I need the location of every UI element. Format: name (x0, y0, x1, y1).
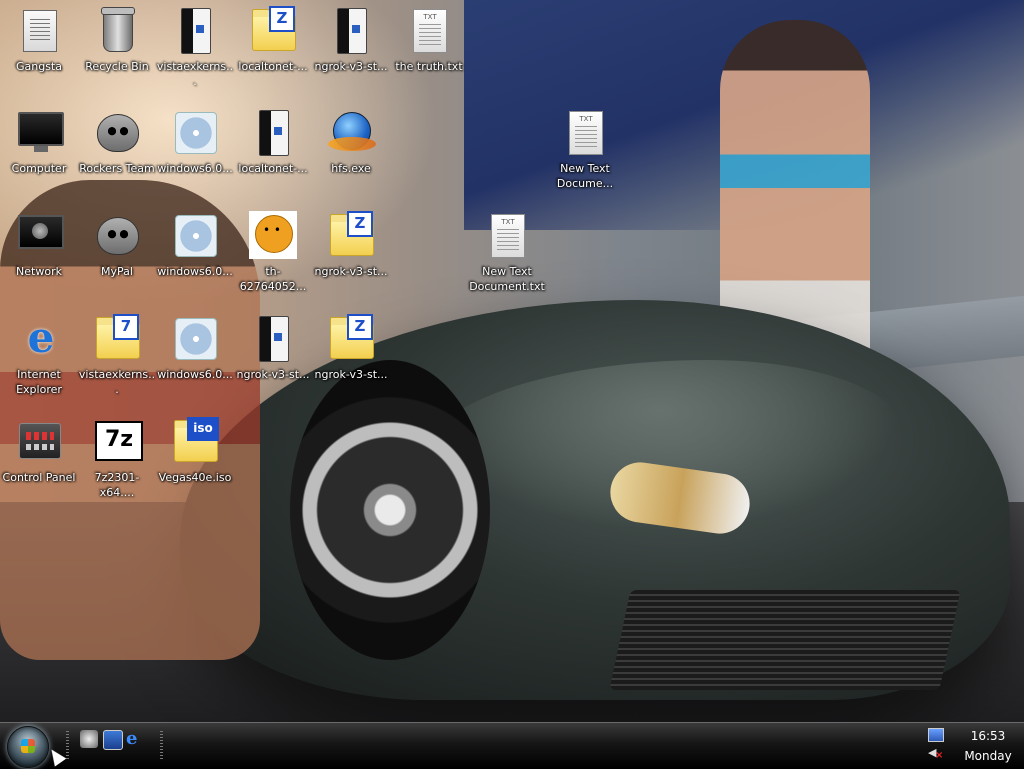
book-icon (259, 110, 289, 156)
desktop-icon-new-text-2[interactable]: TXT New Text Document.txt (468, 211, 546, 307)
monitor-icon (18, 112, 64, 152)
desktop-icon-control-panel[interactable]: Control Panel (0, 417, 78, 513)
clock[interactable]: 16:53 Monday (952, 726, 1024, 766)
desktop-icon-ngrok-3[interactable]: ngrok-v3-st... (234, 314, 312, 410)
clock-time: 16:53 (970, 729, 1006, 743)
raccoon-icon (97, 114, 139, 152)
globe-icon (328, 112, 376, 151)
desktop-icon-windows60-2[interactable]: windows6.0... (156, 211, 234, 307)
desktop-icon-mypal[interactable]: MyPal (78, 211, 156, 307)
disc-icon (175, 318, 217, 360)
switch-windows-icon[interactable] (103, 730, 123, 750)
desktop-icon-new-text-1[interactable]: TXT New Text Docume... (546, 108, 624, 204)
desktop-icon-vistaexkerns-2[interactable]: 7 vistaexkerns... (78, 314, 156, 410)
desktop-icon-recycle-bin[interactable]: Recycle Bin (78, 6, 156, 102)
taskbar-grip[interactable] (160, 731, 163, 761)
desktop-icon-gangsta[interactable]: Gangsta (0, 6, 78, 102)
desktop-icon-ngrok-4[interactable]: Z ngrok-v3-st... (312, 314, 390, 410)
disc-icon (175, 112, 217, 154)
desktop-icon-localtonet-2[interactable]: localtonet-... (234, 108, 312, 204)
desktop-icon-the-truth[interactable]: TXT the truth.txt (390, 6, 468, 102)
desktop-icon-network[interactable]: Network (0, 211, 78, 307)
wallpaper-grille (609, 590, 961, 690)
control-panel-icon (19, 423, 61, 459)
raccoon-icon (97, 217, 139, 255)
zip-badge-icon: Z (347, 211, 373, 237)
taskbar-grip[interactable] (66, 731, 69, 761)
internet-explorer-icon[interactable]: e (126, 730, 144, 748)
network-icon (18, 215, 64, 249)
disc-icon (175, 215, 217, 257)
text-file-icon: TXT (491, 214, 525, 258)
notepad-icon (23, 10, 57, 52)
desktop-icon-ngrok-1[interactable]: ngrok-v3-st... (312, 6, 390, 102)
show-desktop-icon[interactable] (80, 730, 98, 748)
desktop-icon-windows60-1[interactable]: windows6.0... (156, 108, 234, 204)
desktop-icon-windows60-3[interactable]: windows6.0... (156, 314, 234, 410)
taskbar: e ◀ × 16:53 Monday (0, 722, 1024, 769)
network-status-icon[interactable] (928, 728, 944, 742)
sevenzip-icon: 7z (95, 421, 143, 461)
desktop-icon-hfs[interactable]: hfs.exe (312, 108, 390, 204)
desktop-icon-internet-explorer[interactable]: e Internet Explorer (0, 314, 78, 410)
internet-explorer-icon: e (27, 313, 55, 362)
sevenzip-badge-icon: 7 (113, 314, 139, 340)
clock-day: Monday (964, 749, 1012, 763)
desktop-icon-rockers-team[interactable]: Rockers Team (78, 108, 156, 204)
book-icon (337, 8, 367, 54)
desktop-icon-localtonet-1[interactable]: Z localtonet-... (234, 6, 312, 102)
volume-muted-icon[interactable]: ◀ × (928, 747, 943, 762)
system-tray: ◀ × 16:53 Monday (920, 723, 1024, 769)
desktop-icon-vistaexkerns-1[interactable]: vistaexkerns... (156, 6, 234, 102)
desktop-icon-vegas[interactable]: iso Vegas40e.iso (156, 417, 234, 513)
iso-badge-icon: iso (187, 417, 219, 441)
zip-badge-icon: Z (347, 314, 373, 340)
desktop-icon-th-627[interactable]: th-62764052... (234, 211, 312, 307)
recycle-bin-icon (101, 7, 135, 52)
text-file-icon: TXT (569, 111, 603, 155)
book-icon (181, 8, 211, 54)
book-icon (259, 316, 289, 362)
desktop-icon-7z2301[interactable]: 7z 7z2301-x64.... (78, 417, 156, 513)
desktop-icon-ngrok-2[interactable]: Z ngrok-v3-st... (312, 211, 390, 307)
zip-badge-icon: Z (269, 6, 295, 32)
face-image-icon (249, 211, 297, 259)
start-button[interactable] (7, 726, 49, 768)
desktop-icon-computer[interactable]: Computer (0, 108, 78, 204)
text-file-icon: TXT (413, 9, 447, 53)
